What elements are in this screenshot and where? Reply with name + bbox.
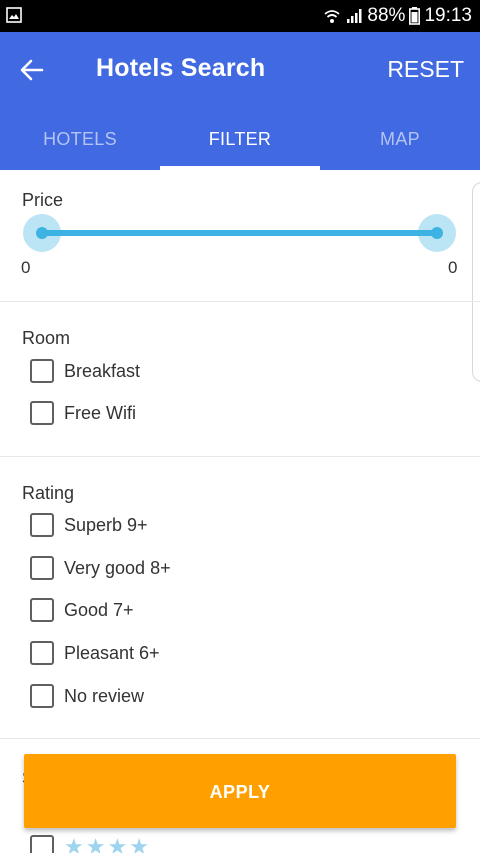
battery-icon xyxy=(409,7,421,25)
price-label: Price xyxy=(22,190,64,210)
check-label: Breakfast xyxy=(64,360,141,381)
star-icon: ★ xyxy=(64,834,84,853)
price-min-value: 0 xyxy=(21,258,31,277)
price-max-thumb[interactable] xyxy=(418,214,456,252)
rating-option-good[interactable]: Good 7+ xyxy=(30,595,134,625)
check-label: Very good 8+ xyxy=(64,557,171,578)
rating-option-superb[interactable]: Superb 9+ xyxy=(30,510,148,540)
wifi-icon xyxy=(323,7,341,25)
divider xyxy=(0,301,480,302)
price-max-value: 0 xyxy=(448,258,458,277)
checkbox[interactable] xyxy=(30,401,54,425)
app-bar: Hotels Search RESET HOTELS FILTER MAP xyxy=(0,32,480,170)
check-label: Pleasant 6+ xyxy=(64,642,160,663)
reset-button[interactable]: RESET xyxy=(387,56,464,83)
room-option-free-wifi[interactable]: Free Wifi xyxy=(30,398,136,428)
back-arrow-icon[interactable] xyxy=(18,56,46,84)
checkbox[interactable] xyxy=(30,359,54,383)
check-label: No review xyxy=(64,685,145,706)
price-min-thumb[interactable] xyxy=(23,214,61,252)
tab-bar: HOTELS FILTER MAP xyxy=(0,118,480,170)
image-icon xyxy=(6,7,22,23)
status-icons: 88% 19:13 xyxy=(323,4,472,28)
status-bar: 88% 19:13 xyxy=(0,0,480,32)
price-range-track[interactable] xyxy=(42,230,438,236)
checkbox[interactable] xyxy=(30,684,54,708)
signal-icon xyxy=(345,7,363,25)
room-option-breakfast[interactable]: Breakfast xyxy=(30,356,140,386)
star-icon: ★ xyxy=(129,834,149,853)
rating-option-no-review[interactable]: No review xyxy=(30,681,144,711)
checkbox[interactable] xyxy=(30,556,54,580)
divider xyxy=(0,456,480,457)
battery-percent: 88% xyxy=(367,5,406,26)
checkbox[interactable] xyxy=(30,598,54,622)
checkbox[interactable] xyxy=(30,835,54,853)
stars-rating: ★ ★ ★ ★ xyxy=(64,836,149,853)
apply-button[interactable]: APPLY xyxy=(24,754,456,828)
rating-option-very-good[interactable]: Very good 8+ xyxy=(30,553,171,583)
checkbox[interactable] xyxy=(30,513,54,537)
tab-hotels[interactable]: HOTELS xyxy=(0,118,160,170)
checkbox[interactable] xyxy=(30,641,54,665)
side-drawer-handle xyxy=(472,182,480,382)
rating-option-pleasant[interactable]: Pleasant 6+ xyxy=(30,638,160,668)
divider xyxy=(0,738,480,739)
clock: 19:13 xyxy=(424,5,472,26)
star-icon: ★ xyxy=(107,834,128,853)
room-label: Room xyxy=(22,328,71,348)
tab-map[interactable]: MAP xyxy=(320,118,480,170)
check-label: Free Wifi xyxy=(64,402,136,423)
tab-filter[interactable]: FILTER xyxy=(160,118,320,170)
check-label: Superb 9+ xyxy=(64,514,148,535)
rating-label: Rating xyxy=(22,483,75,503)
stars-option-four[interactable]: ★ ★ ★ ★ xyxy=(30,832,149,853)
star-icon: ★ xyxy=(85,834,106,853)
page-title: Hotels Search xyxy=(96,54,266,82)
filter-content[interactable]: Price 0 0 Room Breakfast Free Wifi Ratin… xyxy=(0,170,480,853)
check-label: Good 7+ xyxy=(64,599,134,620)
